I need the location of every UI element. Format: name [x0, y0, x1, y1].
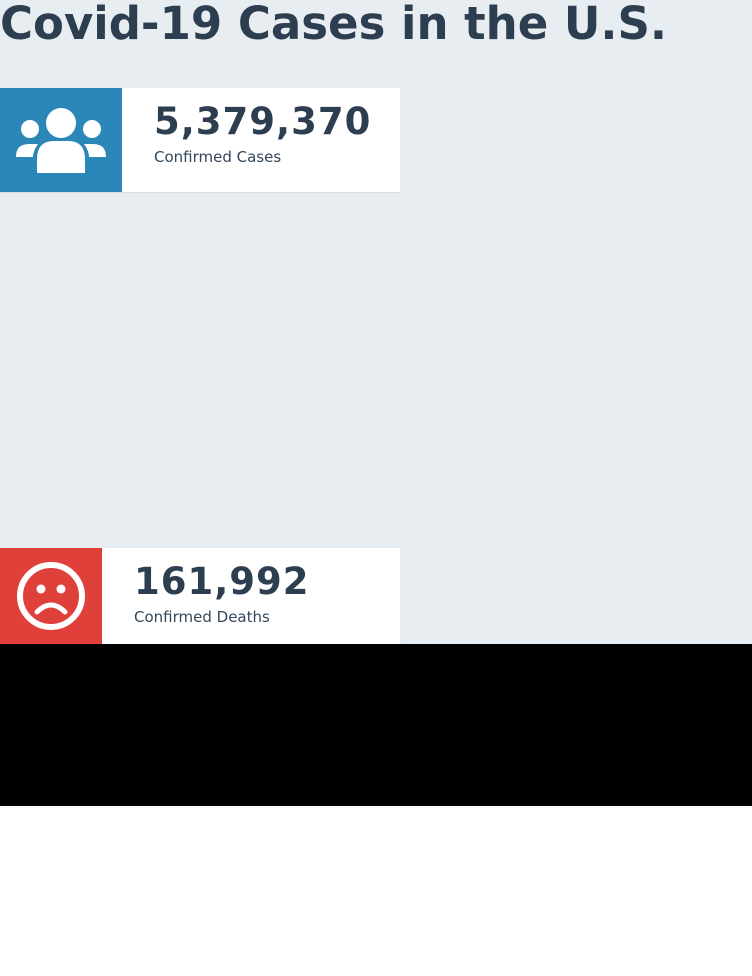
black-bar — [0, 644, 752, 806]
confirmed-deaths-value: 161,992 — [134, 560, 310, 603]
confirmed-cases-value: 5,379,370 — [154, 100, 372, 143]
confirmed-cases-card: 5,379,370 Confirmed Cases — [0, 88, 400, 192]
blank-area — [0, 806, 752, 976]
users-icon — [16, 107, 106, 173]
page-title: Covid-19 Cases in the U.S. — [0, 0, 668, 50]
confirmed-deaths-label: Confirmed Deaths — [134, 608, 270, 626]
deaths-icon-block — [0, 548, 102, 644]
dashboard-panel: Covid-19 Cases in the U.S. 5,379,370 Con… — [0, 0, 752, 644]
sad-face-icon — [16, 561, 86, 631]
confirmed-cases-label: Confirmed Cases — [154, 148, 282, 166]
cases-icon-block — [0, 88, 122, 192]
confirmed-deaths-card: 161,992 Confirmed Deaths — [0, 548, 400, 644]
